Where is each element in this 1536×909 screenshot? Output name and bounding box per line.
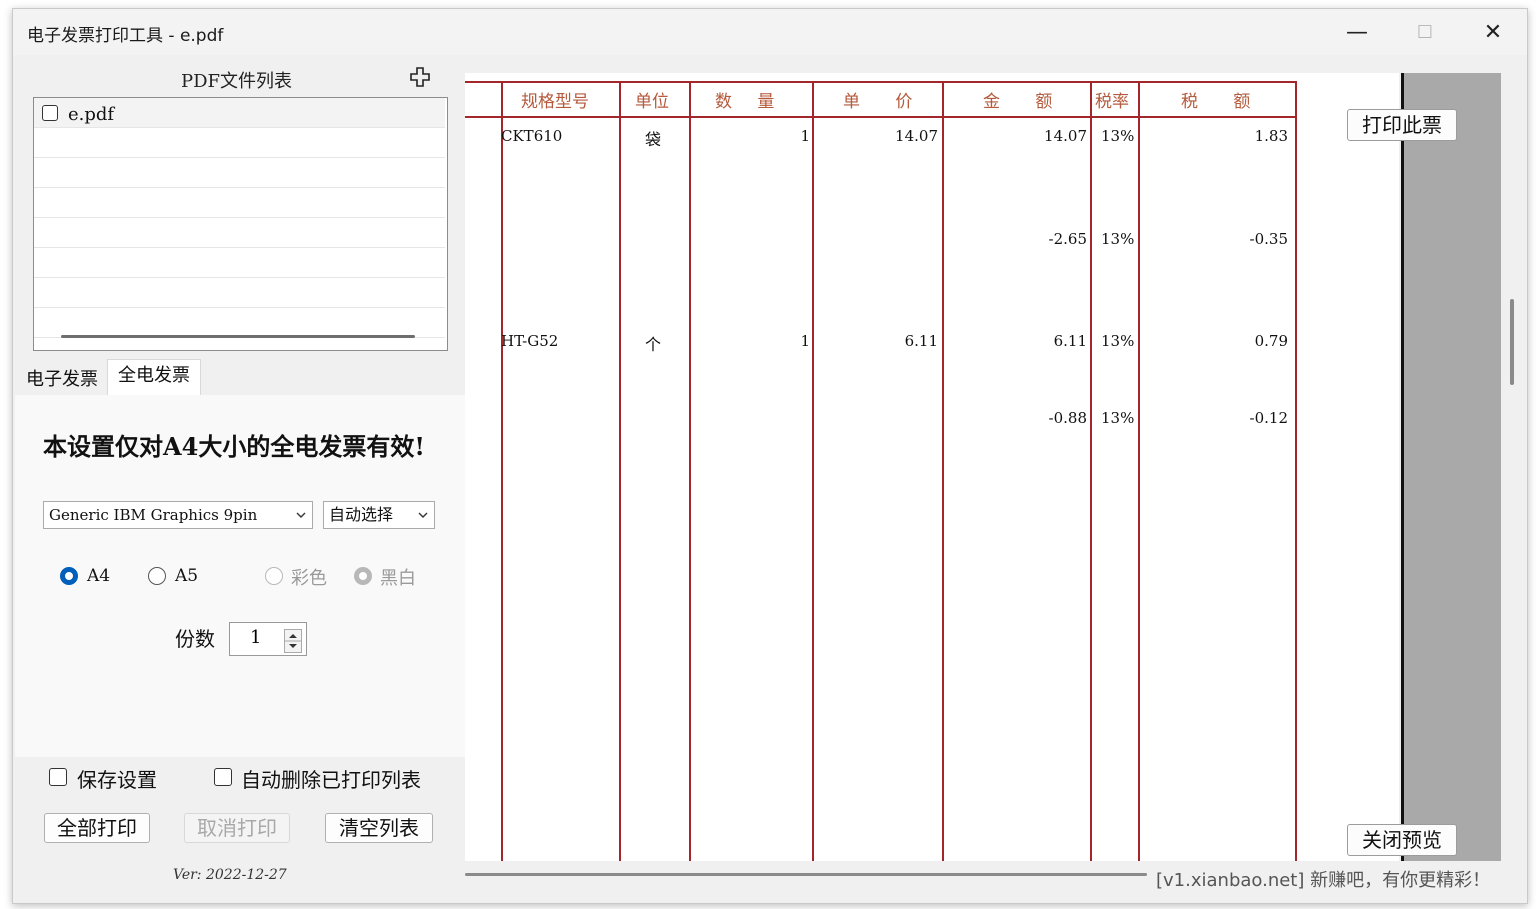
list-item[interactable]: e.pdf bbox=[34, 98, 445, 128]
header-amount: 金 额 bbox=[983, 92, 1053, 112]
stepper-buttons[interactable] bbox=[284, 629, 302, 653]
print-this-button[interactable]: 打印此票 bbox=[1347, 109, 1457, 141]
cell-rate: 13% bbox=[1101, 230, 1135, 248]
preview-vertical-scrollbar[interactable] bbox=[1510, 299, 1514, 385]
list-item-empty bbox=[34, 308, 445, 338]
maximize-button[interactable]: ☐ bbox=[1395, 9, 1455, 55]
header-rate: 税率 bbox=[1095, 92, 1129, 112]
header-price: 单 价 bbox=[843, 92, 913, 112]
chevron-down-icon bbox=[296, 512, 306, 518]
app-window: 电子发票打印工具 - e.pdf — ☐ ✕ PDF文件列表 e.pdf 电子发… bbox=[12, 8, 1528, 904]
version-label: Ver: 2022-12-27 bbox=[173, 867, 287, 883]
clear-list-button[interactable]: 清空列表 bbox=[325, 813, 433, 843]
close-icon: ✕ bbox=[1483, 19, 1503, 45]
cell-price: 14.07 bbox=[895, 127, 938, 145]
radio-color[interactable] bbox=[265, 567, 283, 585]
print-all-button[interactable]: 全部打印 bbox=[44, 813, 150, 843]
chevron-down-icon bbox=[418, 512, 428, 518]
minimize-icon: — bbox=[1346, 19, 1368, 45]
cell-amount: -0.88 bbox=[1048, 409, 1087, 427]
printer-select[interactable]: Generic IBM Graphics 9pin bbox=[43, 501, 313, 529]
page-edge-strip bbox=[1401, 73, 1501, 861]
invoice-col-rule bbox=[1138, 81, 1140, 861]
settings-notice: 本设置仅对A4大小的全电发票有效! bbox=[43, 432, 425, 461]
cell-qty: 1 bbox=[800, 332, 810, 350]
radio-bw-label: 黑白 bbox=[380, 568, 416, 589]
radio-bw[interactable] bbox=[354, 567, 372, 585]
close-preview-button[interactable]: 关闭预览 bbox=[1347, 824, 1457, 856]
invoice-col-rule bbox=[1090, 81, 1092, 861]
cell-rate: 13% bbox=[1101, 127, 1135, 145]
mode-select[interactable]: 自动选择 bbox=[323, 501, 435, 529]
cell-spec: HT-G52 bbox=[501, 332, 559, 350]
invoice-col-rule bbox=[689, 81, 691, 861]
file-name: e.pdf bbox=[68, 104, 115, 125]
cell-price: 6.11 bbox=[904, 332, 938, 350]
header-unit: 单位 bbox=[635, 92, 669, 112]
cell-unit: 个 bbox=[645, 335, 662, 354]
list-item-empty bbox=[34, 278, 445, 308]
title-bar: 电子发票打印工具 - e.pdf — ☐ ✕ bbox=[13, 9, 1527, 55]
header-tax: 税 额 bbox=[1181, 92, 1251, 112]
auto-delete-checkbox[interactable] bbox=[214, 768, 232, 786]
close-button[interactable]: ✕ bbox=[1463, 9, 1523, 55]
invoice-col-rule bbox=[501, 81, 503, 861]
cell-amount: -2.65 bbox=[1048, 230, 1087, 248]
stepper-arrows-icon bbox=[285, 634, 301, 648]
cell-rate: 13% bbox=[1101, 332, 1135, 350]
invoice-col-rule bbox=[812, 81, 814, 861]
tab-full-e-invoice[interactable]: 全电发票 bbox=[107, 359, 201, 395]
invoice-col-rule bbox=[619, 81, 621, 861]
list-item-empty bbox=[34, 188, 445, 218]
cell-rate: 13% bbox=[1101, 409, 1135, 427]
file-list[interactable]: e.pdf bbox=[33, 97, 448, 351]
add-icon[interactable] bbox=[410, 67, 430, 87]
copies-label: 份数 bbox=[175, 627, 215, 651]
watermark-text: [v1.xianbao.net] 新赚吧，有你更精彩！ bbox=[1156, 870, 1491, 891]
cell-qty: 1 bbox=[800, 127, 810, 145]
mode-select-value: 自动选择 bbox=[329, 505, 394, 524]
cell-amount: 14.07 bbox=[1044, 127, 1087, 145]
list-item-empty bbox=[34, 218, 445, 248]
save-settings-checkbox[interactable] bbox=[49, 768, 67, 786]
cell-unit: 袋 bbox=[645, 130, 662, 149]
invoice-col-rule bbox=[1295, 81, 1297, 861]
radio-a4-label: A4 bbox=[87, 566, 111, 586]
cell-spec: CKT610 bbox=[501, 127, 563, 145]
invoice-top-rule bbox=[465, 81, 1297, 83]
preview-horizontal-scrollbar[interactable] bbox=[465, 873, 1147, 876]
save-settings-label: 保存设置 bbox=[77, 768, 157, 792]
invoice-preview[interactable]: 规格型号 单位 数 量 单 价 金 额 税率 税 额 CKT610 袋 1 14… bbox=[465, 73, 1399, 861]
copies-value: 1 bbox=[250, 627, 262, 648]
invoice-header-rule bbox=[465, 116, 1297, 118]
cancel-print-button[interactable]: 取消打印 bbox=[184, 813, 290, 843]
cell-tax: 0.79 bbox=[1254, 332, 1288, 350]
radio-a4[interactable] bbox=[60, 567, 78, 585]
cell-tax: -0.12 bbox=[1249, 409, 1288, 427]
header-qty: 数 量 bbox=[715, 92, 775, 112]
copies-stepper[interactable]: 1 bbox=[229, 622, 307, 656]
printer-select-value: Generic IBM Graphics 9pin bbox=[49, 506, 258, 524]
file-list-scrollbar[interactable] bbox=[61, 335, 415, 338]
list-item-empty bbox=[34, 128, 445, 158]
cell-tax: -0.35 bbox=[1249, 230, 1288, 248]
file-checkbox[interactable] bbox=[42, 105, 58, 121]
maximize-icon: ☐ bbox=[1416, 21, 1434, 43]
radio-a5[interactable] bbox=[148, 567, 166, 585]
tab-e-invoice[interactable]: 电子发票 bbox=[26, 363, 98, 395]
file-list-header: PDF文件列表 bbox=[181, 71, 293, 92]
invoice-col-rule bbox=[942, 81, 944, 861]
cell-tax: 1.83 bbox=[1254, 127, 1288, 145]
auto-delete-label: 自动删除已打印列表 bbox=[241, 768, 421, 792]
header-spec: 规格型号 bbox=[521, 92, 589, 112]
cell-amount: 6.11 bbox=[1053, 332, 1087, 350]
list-item-empty bbox=[34, 248, 445, 278]
window-title: 电子发票打印工具 - e.pdf bbox=[27, 26, 224, 46]
minimize-button[interactable]: — bbox=[1327, 9, 1387, 55]
radio-a5-label: A5 bbox=[175, 566, 199, 586]
list-item-empty bbox=[34, 158, 445, 188]
radio-color-label: 彩色 bbox=[291, 568, 327, 589]
